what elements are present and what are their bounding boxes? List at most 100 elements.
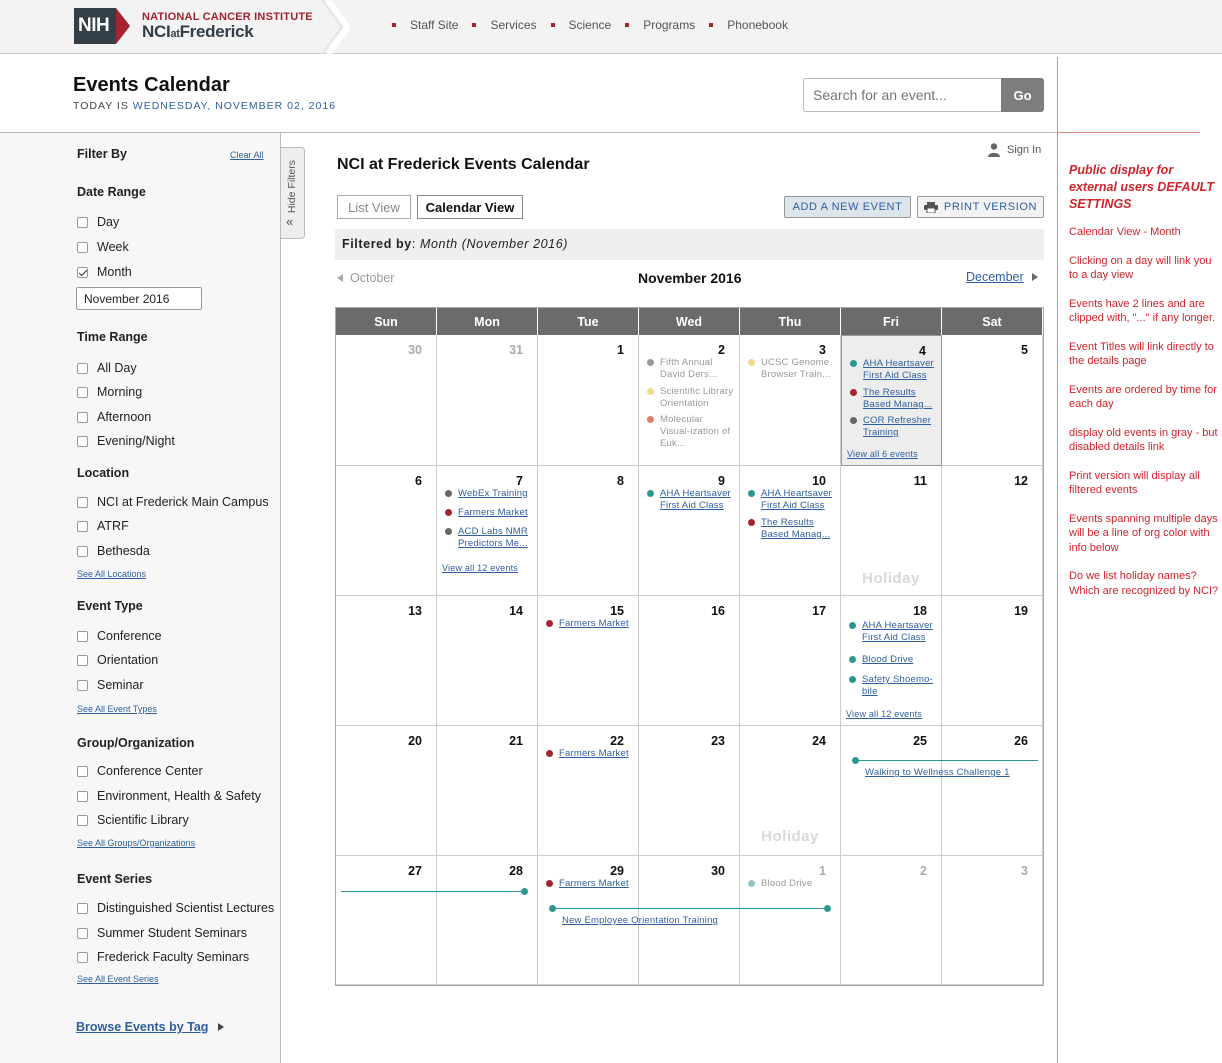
calendar-day-cell[interactable]: 1 xyxy=(538,335,639,466)
filter-checkbox[interactable] xyxy=(77,435,88,447)
calendar-day-cell[interactable]: 1 Blood Drive xyxy=(740,856,841,985)
filter-checkbox[interactable] xyxy=(77,654,88,666)
calendar-day-cell[interactable]: 3 xyxy=(942,856,1043,985)
filter-option[interactable]: Morning xyxy=(77,385,142,399)
calendar-event[interactable]: AHA Heartsaver First Aid Class xyxy=(748,488,836,512)
calendar-day-cell[interactable]: 5 xyxy=(942,335,1043,466)
next-month-link[interactable]: December xyxy=(966,270,1038,284)
see-all-link[interactable]: See All Groups/Organizations xyxy=(77,838,195,848)
calendar-day-cell[interactable]: 16 xyxy=(639,596,740,726)
calendar-event[interactable]: Farmers Market xyxy=(445,507,533,519)
calendar-event[interactable]: The Results Based Manag... xyxy=(850,387,938,411)
see-all-link[interactable]: See All Locations xyxy=(77,569,146,579)
filter-checkbox[interactable] xyxy=(77,790,88,802)
filter-option[interactable]: Scientific Library xyxy=(77,813,189,827)
calendar-day-cell[interactable]: 9 AHA Heartsaver First Aid Class xyxy=(639,466,740,596)
calendar-day-cell[interactable]: 6 xyxy=(336,466,437,596)
multi-day-event-link[interactable]: New Employee Orientation Training xyxy=(562,915,718,926)
calendar-day-cell[interactable]: 31 xyxy=(437,335,538,466)
filter-checkbox[interactable] xyxy=(77,927,88,939)
calendar-day-cell[interactable]: 25 xyxy=(841,726,942,856)
filter-option[interactable]: Environment, Health & Safety xyxy=(77,789,261,803)
calendar-day-cell[interactable]: 2 xyxy=(841,856,942,985)
filter-option[interactable]: Summer Student Seminars xyxy=(77,926,247,940)
view-all-events-link[interactable]: View all 6 events xyxy=(847,449,918,459)
calendar-day-cell[interactable]: 4 AHA Heartsaver First Aid Class The Resul… xyxy=(841,335,942,466)
filter-checkbox[interactable] xyxy=(77,951,88,963)
calendar-day-cell[interactable]: 21 xyxy=(437,726,538,856)
nci-frederick-logo[interactable]: NIH NATIONAL CANCER INSTITUTE NCIatFrede… xyxy=(74,8,313,44)
calendar-event[interactable]: COR Refresher Training xyxy=(850,415,938,439)
calendar-day-cell[interactable]: 22 Farmers Market xyxy=(538,726,639,856)
filter-option[interactable]: Bethesda xyxy=(77,544,150,558)
filter-option[interactable]: Seminar xyxy=(77,678,144,692)
calendar-event[interactable]: Safety Shoemo-bile xyxy=(849,674,937,698)
calendar-day-cell[interactable]: 28 xyxy=(437,856,538,985)
calendar-day-cell[interactable]: 8 xyxy=(538,466,639,596)
topnav-item[interactable]: Services xyxy=(472,18,537,32)
filter-option[interactable]: Week xyxy=(77,240,129,254)
filter-option[interactable]: Orientation xyxy=(77,653,158,667)
topnav-item[interactable]: Science xyxy=(550,18,611,32)
see-all-link[interactable]: See All Event Types xyxy=(77,704,157,714)
filter-checkbox[interactable] xyxy=(77,411,88,423)
topnav-item[interactable]: Phonebook xyxy=(709,18,788,32)
filter-checkbox[interactable] xyxy=(77,496,88,508)
previous-month-link[interactable]: October xyxy=(337,271,394,285)
calendar-day-cell[interactable]: 15 Farmers Market xyxy=(538,596,639,726)
calendar-event[interactable]: AHA Heartsaver First Aid Class xyxy=(850,358,938,382)
calendar-event[interactable]: The Results Based Manag... xyxy=(748,517,836,541)
filter-option[interactable]: Day xyxy=(77,215,119,229)
calendar-day-cell[interactable]: 19 xyxy=(942,596,1043,726)
calendar-day-cell[interactable]: 23 xyxy=(639,726,740,856)
filter-checkbox[interactable] xyxy=(77,630,88,642)
add-new-event-button[interactable]: ADD A NEW EVENT xyxy=(784,196,911,218)
browse-events-by-tag-link[interactable]: Browse Events by Tag xyxy=(76,1020,225,1034)
filter-option[interactable]: Evening/Night xyxy=(77,434,175,448)
filter-checkbox[interactable] xyxy=(77,520,88,532)
filter-option[interactable]: All Day xyxy=(77,361,137,375)
filter-checkbox[interactable] xyxy=(77,679,88,691)
calendar-day-cell[interactable]: 12 xyxy=(942,466,1043,596)
calendar-view-button[interactable]: Calendar View xyxy=(417,195,523,219)
calendar-day-cell[interactable]: 18 AHA Heartsaver First Aid Class Blood Dr… xyxy=(841,596,942,726)
view-all-events-link[interactable]: View all 12 events xyxy=(442,563,518,573)
calendar-event[interactable]: AHA Heartsaver First Aid Class xyxy=(647,488,735,512)
calendar-event[interactable]: WebEx Training xyxy=(445,488,533,500)
calendar-day-cell[interactable]: 17 xyxy=(740,596,841,726)
filter-checkbox[interactable] xyxy=(77,545,88,557)
filter-checkbox[interactable] xyxy=(77,241,88,253)
see-all-link[interactable]: See All Event Series xyxy=(77,974,159,984)
calendar-event[interactable]: ACD Labs NMR Predictors Me... xyxy=(445,526,533,550)
filter-checkbox[interactable] xyxy=(77,902,88,914)
filter-option[interactable]: Afternoon xyxy=(77,410,151,424)
calendar-event[interactable]: Farmers Market xyxy=(546,748,634,760)
search-input[interactable] xyxy=(803,78,1001,112)
calendar-event[interactable]: Farmers Market xyxy=(546,618,634,630)
month-picker-input[interactable] xyxy=(76,287,202,310)
calendar-day-cell[interactable]: 7 WebEx Training Farmers Market ACD Labs NM… xyxy=(437,466,538,596)
filter-checkbox[interactable] xyxy=(77,216,88,228)
search-go-button[interactable]: Go xyxy=(1001,78,1044,112)
calendar-day-cell[interactable]: 2 Fifth Annual David Ders... Scientific Li… xyxy=(639,335,740,466)
print-version-button[interactable]: PRINT VERSION xyxy=(917,196,1044,218)
filter-checkbox[interactable] xyxy=(77,814,88,826)
filter-option[interactable]: NCI at Frederick Main Campus xyxy=(77,495,269,509)
calendar-day-cell[interactable]: 3 UCSC Genome Browser Train... xyxy=(740,335,841,466)
hide-filters-toggle[interactable]: Hide Filters « xyxy=(281,147,305,239)
calendar-day-cell[interactable]: 11 Holiday xyxy=(841,466,942,596)
calendar-event[interactable]: Blood Drive xyxy=(849,654,937,666)
filter-option[interactable]: Conference Center xyxy=(77,764,203,778)
view-all-events-link[interactable]: View all 12 events xyxy=(846,709,922,719)
calendar-day-cell[interactable]: 13 xyxy=(336,596,437,726)
topnav-item[interactable]: Staff Site xyxy=(392,18,458,32)
clear-all-link[interactable]: Clear All xyxy=(230,150,264,160)
calendar-event[interactable]: Farmers Market xyxy=(546,878,634,890)
calendar-day-cell[interactable]: 14 xyxy=(437,596,538,726)
filter-checkbox[interactable] xyxy=(77,362,88,374)
calendar-day-cell[interactable]: 20 xyxy=(336,726,437,856)
calendar-day-cell[interactable]: 24 Holiday xyxy=(740,726,841,856)
calendar-day-cell[interactable]: 26 xyxy=(942,726,1043,856)
calendar-event[interactable]: AHA Heartsaver First Aid Class xyxy=(849,620,937,644)
calendar-day-cell[interactable]: 27 xyxy=(336,856,437,985)
